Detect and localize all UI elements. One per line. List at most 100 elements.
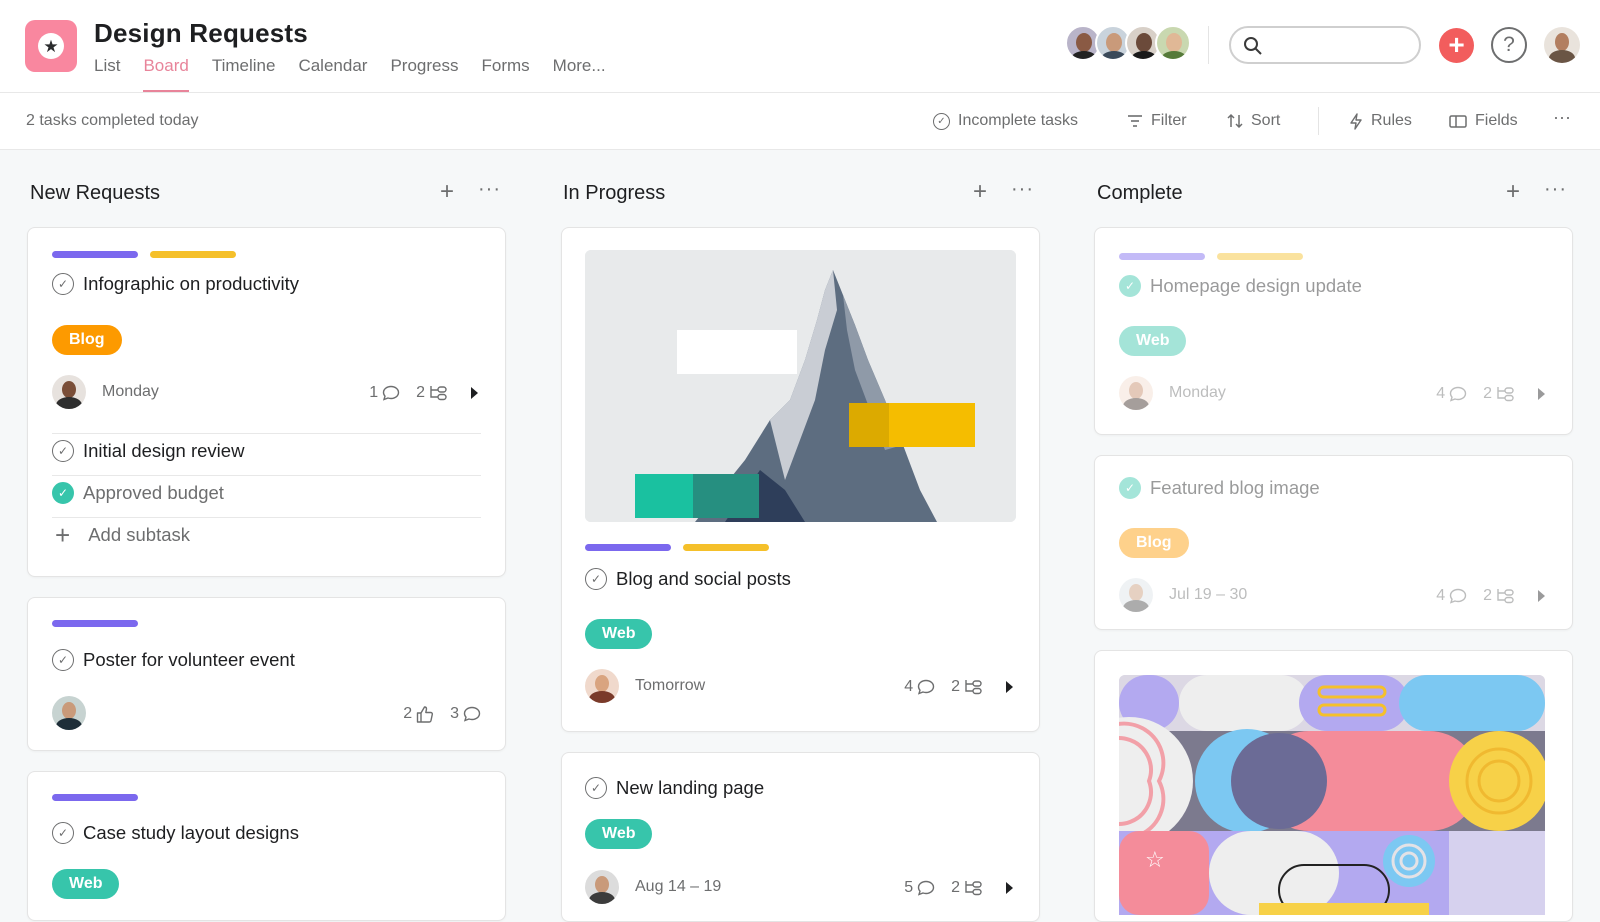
task-title-row: ✓ Blog and social posts [585,568,791,590]
tag-blog: Blog [52,325,122,355]
comment-icon [1449,386,1467,402]
comment-count: 3 [450,705,459,722]
assignee [52,696,102,730]
mountain-illustration [585,250,1016,522]
bolt-icon [1350,112,1362,130]
column-more-button[interactable]: ··· [1011,178,1034,201]
column-more-button[interactable]: ··· [1544,178,1567,201]
project-members[interactable] [1065,25,1191,61]
search-input[interactable] [1271,34,1411,56]
color-bar [52,251,138,258]
check-circle-icon[interactable]: ✓ [585,777,607,799]
task-title: Homepage design update [1150,275,1362,296]
tab-board[interactable]: Board [143,54,190,92]
task-card[interactable]: ✓ Case study layout designs Web [27,771,506,921]
subtask-label: Initial design review [83,440,245,461]
color-bars [52,620,138,627]
task-title-row: ✓ Infographic on productivity [52,273,299,295]
add-task-button[interactable]: + [973,178,987,206]
comment-count: 4 [904,678,914,695]
comment-icon [1449,588,1467,604]
avatar[interactable] [585,669,619,703]
check-circle-icon[interactable]: ✓ [52,482,74,504]
add-button[interactable]: + [1439,28,1474,63]
avatar[interactable] [585,870,619,904]
column-title-complete: Complete [1097,182,1183,204]
avatar[interactable] [1155,25,1191,61]
column-more-button[interactable]: ··· [478,178,501,201]
filter-button[interactable]: Filter [1127,112,1187,130]
check-circle-icon[interactable]: ✓ [52,822,74,844]
subtask-count: 2 [951,678,960,695]
comment-icon [917,880,935,896]
task-card[interactable]: ✓ Blog and social posts Web Tomorrow 4 2 [561,227,1040,732]
color-bar [683,544,769,551]
caret-right-icon[interactable] [1006,681,1013,693]
user-avatar[interactable] [1544,27,1580,63]
avatar[interactable] [52,375,86,409]
task-stats: 4 2 [1426,587,1545,605]
task-card[interactable]: ✓ Featured blog image Blog Jul 19 – 30 4… [1094,455,1573,630]
divider [52,475,481,476]
color-bar [52,794,138,801]
divider [52,517,481,518]
add-subtask-button[interactable]: + Add subtask [55,522,191,548]
task-card[interactable]: ☆ [1094,650,1573,922]
tab-forms[interactable]: Forms [481,54,529,92]
help-button[interactable]: ? [1491,27,1527,63]
more-options-button[interactable]: ··· [1553,107,1571,128]
add-subtask-label: Add subtask [88,524,191,545]
task-card[interactable]: ✓ New landing page Web Aug 14 – 19 5 2 [561,752,1040,922]
comment-count: 4 [1436,385,1446,402]
caret-right-icon[interactable] [471,387,478,399]
sort-button[interactable]: Sort [1227,112,1280,130]
check-circle-icon[interactable]: ✓ [585,568,607,590]
tab-list[interactable]: List [94,54,120,92]
avatar[interactable] [52,696,86,730]
caret-right-icon[interactable] [1006,882,1013,894]
task-title-row: ✓ New landing page [585,777,764,799]
check-circle-icon[interactable]: ✓ [1119,477,1141,499]
caret-right-icon[interactable] [1538,388,1545,400]
check-circle-icon[interactable]: ✓ [52,649,74,671]
check-circle-icon[interactable]: ✓ [52,440,74,462]
abstract-illustration: ☆ [1119,675,1545,915]
board-toolbar: 2 tasks completed today ✓ Incomplete tas… [0,93,1600,150]
sort-label: Sort [1251,112,1281,129]
add-task-button[interactable]: + [1506,178,1520,206]
rules-button[interactable]: Rules [1349,112,1412,130]
assignee-due: Monday [52,375,159,409]
avatar[interactable] [1119,578,1153,612]
add-task-button[interactable]: + [440,178,454,206]
caret-right-icon[interactable] [1538,590,1545,602]
task-card[interactable]: ✓ Homepage design update Web Monday 4 2 [1094,227,1573,435]
color-bar [52,620,138,627]
color-bar [1119,253,1205,260]
tab-timeline[interactable]: Timeline [212,54,276,92]
tab-progress[interactable]: Progress [390,54,458,92]
fields-button[interactable]: Fields [1449,112,1518,130]
task-card[interactable]: ✓ Poster for volunteer event 2 3 [27,597,506,751]
project-header: ★ Design Requests List Board Timeline Ca… [0,0,1600,93]
task-title-row: ✓ Poster for volunteer event [52,649,295,671]
avatar[interactable] [1119,376,1153,410]
subtask-icon [1497,387,1514,402]
project-icon[interactable]: ★ [25,20,77,72]
tab-more[interactable]: More... [553,54,606,92]
completed-summary: 2 tasks completed today [26,112,199,129]
color-bar [1217,253,1303,260]
check-circle-icon[interactable]: ✓ [52,273,74,295]
search-box[interactable] [1229,26,1421,64]
subtask-count: 2 [416,384,425,401]
subtask-row[interactable]: ✓ Approved budget [52,482,224,504]
divider [1318,107,1319,135]
tab-calendar[interactable]: Calendar [298,54,367,92]
incomplete-tasks-button[interactable]: ✓ Incomplete tasks [933,112,1078,130]
sort-icon [1227,113,1243,129]
search-icon [1244,37,1262,55]
tag-web: Web [1119,326,1187,356]
task-card[interactable]: ✓ Infographic on productivity Blog Monda… [27,227,506,577]
assignee-due: Aug 14 – 19 [585,870,721,904]
subtask-row[interactable]: ✓ Initial design review [52,440,244,462]
check-circle-icon[interactable]: ✓ [1119,275,1141,297]
